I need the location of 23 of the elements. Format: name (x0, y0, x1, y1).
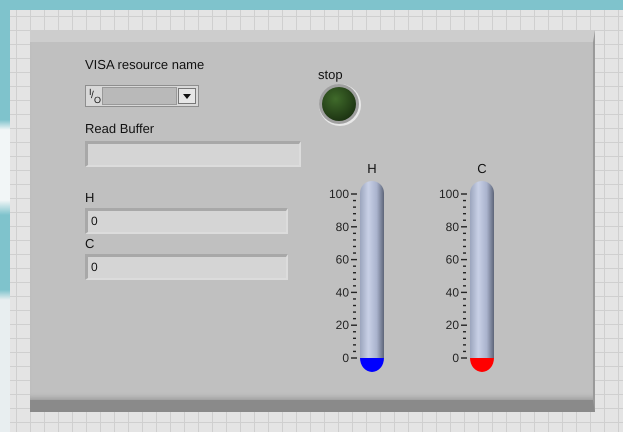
scale-label: 60 (336, 252, 349, 267)
scale-label: 100 (328, 187, 349, 201)
scale-label: 80 (446, 220, 459, 234)
scale-label: 40 (336, 285, 349, 300)
field-label: H (85, 190, 96, 206)
stop-button[interactable] (318, 83, 364, 129)
numeric-indicator: 0 (85, 208, 288, 234)
scale-label: 20 (446, 318, 459, 332)
scale-label: 60 (446, 252, 459, 267)
scale-label: 80 (336, 220, 349, 234)
caret-icon (178, 88, 196, 104)
scale-label: 40 (446, 285, 459, 300)
button-label: stop (318, 67, 344, 83)
field-label: Read Buffer (85, 121, 156, 137)
thermometer-label: C (476, 161, 488, 176)
field-label: C (85, 236, 96, 252)
field-label: VISA resource name (85, 57, 206, 73)
thermometer-label: H (366, 161, 378, 176)
scale-label: 0 (342, 351, 349, 365)
scale-label: 100 (438, 187, 459, 201)
scale-label: 20 (336, 318, 349, 332)
numeric-indicator: 0 (85, 254, 288, 280)
scale-label: 0 (452, 351, 459, 365)
